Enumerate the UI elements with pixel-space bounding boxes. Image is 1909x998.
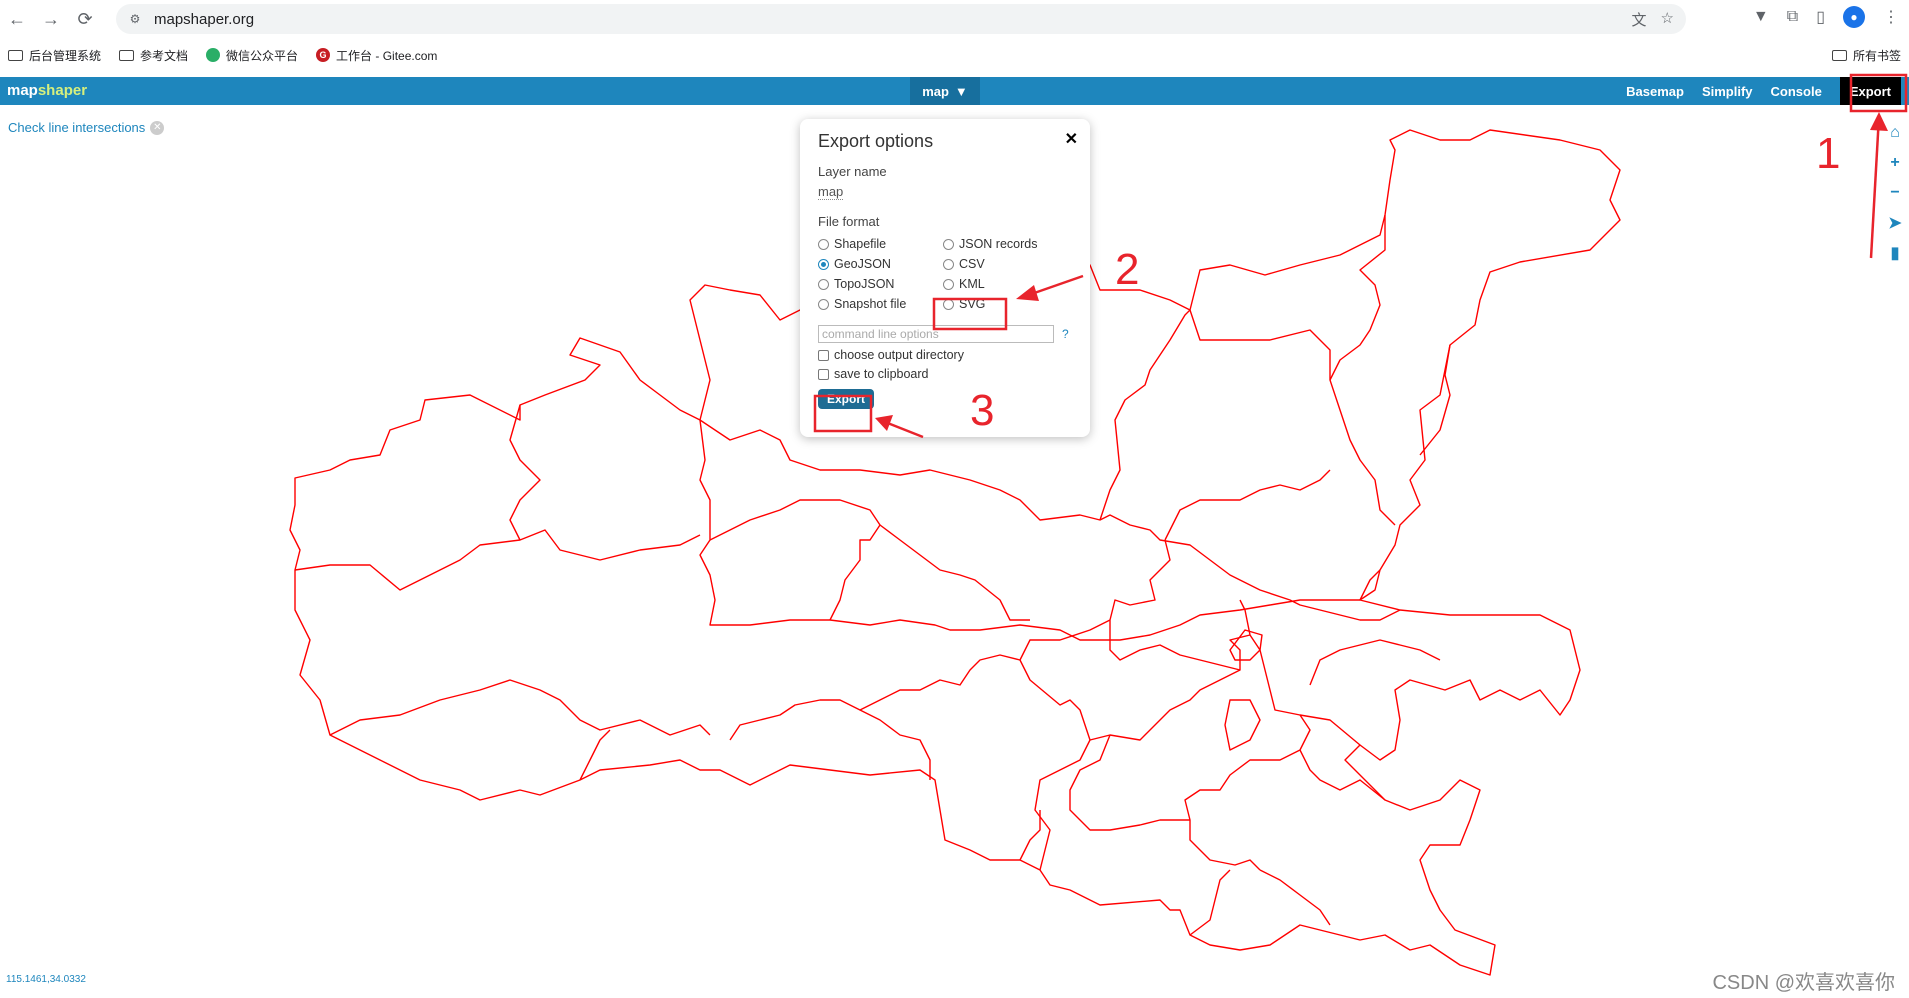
radio-icon	[818, 278, 829, 290]
export-options-dialog: Export options ✕ Layer name map File for…	[800, 119, 1090, 437]
radio-icon	[818, 298, 829, 310]
all-bookmarks[interactable]: 所有书签	[1831, 47, 1901, 64]
command-row: command line options ?	[818, 325, 1072, 343]
caret-down-icon: ▼	[954, 83, 968, 99]
radio-icon	[943, 278, 954, 290]
radio-icon	[943, 298, 954, 310]
save-to-clipboard-checkbox[interactable]: save to clipboard	[818, 367, 1072, 381]
mapshaper-header: mapshaper map ▼ Basemap Simplify Console …	[0, 77, 1909, 105]
bookmark-item[interactable]: G 工作台 - Gitee.com	[316, 47, 437, 64]
folder-icon	[1831, 50, 1847, 61]
format-kml-radio[interactable]: KML	[943, 277, 1068, 291]
back-icon[interactable]: ←	[0, 0, 34, 38]
side-panel-icon[interactable]: ▯	[1816, 7, 1825, 27]
folder-icon	[8, 49, 23, 61]
bookmarks-bar: 后台管理系统 参考文档 微信公众平台 G 工作台 - Gitee.com 所有书签	[0, 40, 1909, 70]
menu-icon[interactable]: ⋮	[1883, 7, 1899, 27]
main-menu: Basemap Simplify Console Export	[1626, 77, 1901, 105]
radio-icon	[943, 258, 954, 270]
url-text: mapshaper.org	[154, 10, 255, 28]
address-bar[interactable]: ⚙ mapshaper.org 文 ☆	[116, 4, 1686, 34]
vpn-icon[interactable]: ▼	[1753, 8, 1769, 26]
extensions-icon[interactable]: ⧉	[1787, 8, 1798, 26]
dialog-export-button[interactable]: Export	[818, 389, 875, 409]
watermark: CSDN @欢喜欢喜你	[1712, 972, 1895, 994]
choose-output-directory-checkbox[interactable]: choose output directory	[818, 348, 1072, 362]
bookmark-item[interactable]: 参考文档	[119, 47, 188, 64]
cursor-coordinates: 115.1461,34.0332	[6, 974, 86, 985]
site-settings-icon[interactable]: ⚙	[126, 10, 144, 28]
reload-icon[interactable]: ⟳	[68, 0, 102, 38]
format-json-records-radio[interactable]: JSON records	[943, 237, 1068, 251]
layer-name-label: Layer name	[818, 164, 887, 179]
browser-actions: ▼ ⧉ ▯ ● ⋮	[1753, 6, 1899, 28]
checkbox-icon	[818, 349, 829, 361]
forward-icon[interactable]: →	[34, 0, 68, 38]
dialog-title: Export options	[818, 131, 934, 151]
profile-avatar[interactable]: ●	[1843, 6, 1865, 28]
format-topojson-radio[interactable]: TopoJSON	[818, 277, 943, 291]
format-geojson-radio[interactable]: GeoJSON	[818, 257, 943, 271]
bookmark-item[interactable]: 后台管理系统	[8, 47, 101, 64]
format-options: Shapefile JSON records GeoJSON CSV TopoJ…	[818, 237, 1072, 311]
export-menu-button[interactable]: Export	[1839, 77, 1901, 105]
radio-icon	[818, 238, 829, 250]
format-snapshot-radio[interactable]: Snapshot file	[818, 297, 943, 311]
wechat-icon	[206, 48, 221, 62]
folder-icon	[119, 49, 135, 61]
format-shapefile-radio[interactable]: Shapefile	[818, 237, 943, 251]
bookmark-item[interactable]: 微信公众平台	[206, 47, 298, 64]
radio-selected-icon	[818, 258, 829, 270]
close-icon[interactable]: ✕	[1065, 129, 1078, 149]
format-csv-radio[interactable]: CSV	[943, 257, 1068, 271]
help-link[interactable]: ?	[1062, 327, 1069, 341]
simplify-button[interactable]: Simplify	[1702, 84, 1753, 99]
file-format-label: File format	[818, 214, 880, 229]
console-button[interactable]: Console	[1771, 84, 1822, 99]
basemap-button[interactable]: Basemap	[1626, 84, 1684, 99]
checkbox-icon	[818, 368, 829, 380]
radio-icon	[943, 238, 954, 250]
format-svg-radio[interactable]: SVG	[943, 297, 1068, 311]
command-line-options-input[interactable]: command line options	[818, 325, 1054, 343]
layer-menu-button[interactable]: map ▼	[910, 77, 980, 105]
translate-icon[interactable]: 文	[1632, 9, 1647, 30]
bookmark-star-icon[interactable]: ☆	[1661, 9, 1674, 30]
gitee-icon: G	[316, 48, 331, 62]
mapshaper-logo[interactable]: mapshaper	[7, 82, 87, 99]
layer-name-value[interactable]: map	[818, 184, 844, 200]
